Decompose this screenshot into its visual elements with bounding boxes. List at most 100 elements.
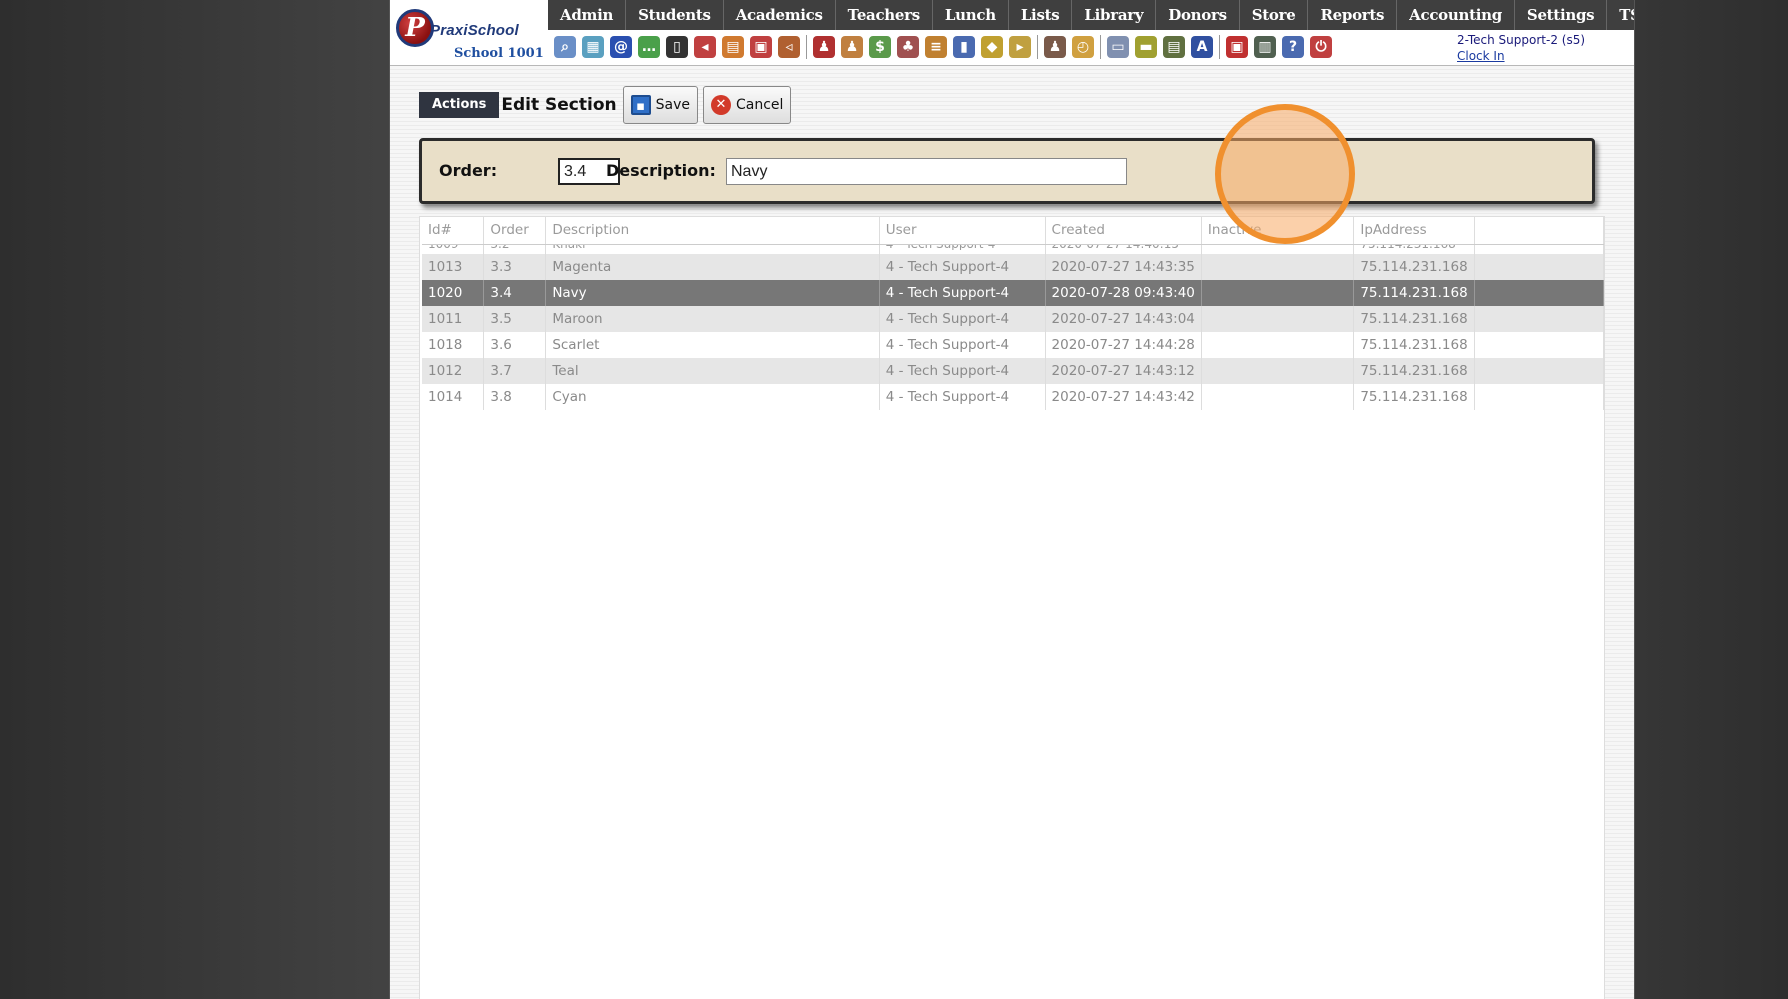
help-icon[interactable]: ? — [1282, 36, 1304, 58]
cancel-button[interactable]: ✕ Cancel — [703, 86, 792, 124]
table-cell: 2020-07-28 09:43:40 — [1045, 280, 1202, 306]
table-row[interactable]: 1014 3.8 Cyan 4 - Tech Support-4 2020-07-27 … — [422, 384, 1605, 410]
bell-icon[interactable]: ◆ — [981, 36, 1003, 58]
search-icon[interactable]: ⌕ — [554, 36, 576, 58]
power-icon[interactable]: ⏻ — [1310, 36, 1332, 58]
phone-icon[interactable]: ▯ — [666, 36, 688, 58]
table-cell — [1201, 358, 1355, 384]
table-cell: 2020-07-27 14:44:28 — [1045, 332, 1202, 358]
people-icon[interactable]: ♣ — [897, 36, 919, 58]
column-header[interactable]: Description — [545, 217, 880, 245]
table-cell: 3.8 — [483, 384, 547, 410]
table-cell: 4 - Tech Support-4 — [879, 306, 1046, 332]
person-icon[interactable]: ♟ — [841, 36, 863, 58]
logo[interactable]: P PraxiSchool School 1001 — [392, 3, 550, 63]
speaker-icon[interactable]: ◂ — [694, 36, 716, 58]
email-icon[interactable]: @ — [610, 36, 632, 58]
table-cell: 1013 — [422, 254, 485, 280]
header: P PraxiSchool School 1001 Admin Students A… — [390, 0, 1634, 66]
table-cell: 75.114.231.168 — [1353, 332, 1475, 358]
nav-admin[interactable]: Admin — [548, 0, 627, 30]
clock-icon[interactable]: ◴ — [1072, 36, 1094, 58]
table-cell: Cyan — [545, 384, 880, 410]
column-header[interactable]: User — [879, 217, 1046, 245]
table-row[interactable]: 1011 3.5 Maroon 4 - Tech Support-4 2020-07-2… — [422, 306, 1605, 332]
cash-register-icon[interactable]: ▥ — [1254, 36, 1276, 58]
nav-settings[interactable]: Settings — [1515, 0, 1608, 30]
table-cell-spacer — [1474, 254, 1605, 280]
table-cell: 4 - Tech Support-4 — [879, 280, 1046, 306]
pdf-icon[interactable]: ▣ — [1226, 36, 1248, 58]
app-page: P PraxiSchool School 1001 Admin Students A… — [389, 0, 1635, 999]
nav-lists[interactable]: Lists — [1009, 0, 1073, 30]
save-button[interactable]: ▪ Save — [622, 86, 698, 124]
table-row[interactable]: 1012 3.7 Teal 4 - Tech Support-4 2020-07-27 … — [422, 358, 1605, 384]
table-row[interactable]: 1018 3.6 Scarlet 4 - Tech Support-4 2020-07-… — [422, 332, 1605, 358]
nav-academics[interactable]: Academics — [724, 0, 836, 30]
teacher-icon[interactable]: ♟ — [1044, 36, 1066, 58]
printer-icon[interactable]: ▤ — [1163, 36, 1185, 58]
table-cell: 2020-07-27 14:43:04 — [1045, 306, 1202, 332]
column-header[interactable]: IpAddress — [1353, 217, 1475, 245]
table-cell — [1201, 244, 1355, 254]
table-cell: 1011 — [422, 306, 485, 332]
table-cell: 1012 — [422, 358, 485, 384]
table-cell: 2020-07-27 14:40:15 — [1045, 244, 1202, 254]
nav-teachers[interactable]: Teachers — [836, 0, 933, 30]
table-cell-spacer — [1474, 332, 1605, 358]
nav-store[interactable]: Store — [1240, 0, 1309, 30]
table-cell: 2020-07-27 14:43:35 — [1045, 254, 1202, 280]
table-cell: 3.5 — [483, 306, 547, 332]
money-icon[interactable]: $ — [869, 36, 891, 58]
table-row[interactable]: 1020 3.4 Navy 4 - Tech Support-4 2020-07-28 … — [422, 280, 1605, 306]
table-row[interactable]: 1013 3.3 Magenta 4 - Tech Support-4 2020-07-… — [422, 254, 1605, 280]
grid-icon[interactable]: ▦ — [582, 36, 604, 58]
table-cell: 4 - Tech Support-4 — [879, 332, 1046, 358]
table-cell: 4 - Tech Support-4 — [879, 384, 1046, 410]
main-nav: Admin Students Academics Teachers Lunch Lists… — [548, 0, 1634, 30]
table-cell: 3.4 — [483, 280, 547, 306]
nav-accounting[interactable]: Accounting — [1397, 0, 1515, 30]
person-add-icon[interactable]: ♟ — [813, 36, 835, 58]
chat-icon[interactable]: … — [638, 36, 660, 58]
document-icon[interactable]: ▭ — [1107, 36, 1129, 58]
toolbar-separator — [1100, 35, 1101, 59]
column-header[interactable]: Id# — [422, 217, 485, 245]
table-row[interactable]: 1009 3.2 Khaki 4 - Tech Support-4 2020-07-27… — [422, 244, 1605, 254]
nav-library[interactable]: Library — [1072, 0, 1157, 30]
edit-panel: Order: Description: — [419, 138, 1595, 204]
logo-mark: P — [396, 9, 434, 47]
calendar-icon[interactable]: ▣ — [750, 36, 772, 58]
ap-icon[interactable]: A — [1191, 36, 1213, 58]
column-header[interactable]: Order — [483, 217, 547, 245]
actions-bar: Actions Edit Section ▪ Save ✕ Cancel — [419, 85, 796, 125]
table-cell: 1009 — [422, 244, 485, 254]
table-cell — [1201, 254, 1355, 280]
lunch-icon[interactable]: ≡ — [925, 36, 947, 58]
click-highlight — [1215, 104, 1355, 244]
arrow-icon[interactable]: ▸ — [1009, 36, 1031, 58]
nav-donors[interactable]: Donors — [1156, 0, 1240, 30]
order-label: Order: — [439, 161, 498, 180]
nav-lunch[interactable]: Lunch — [933, 0, 1009, 30]
table-cell: Magenta — [545, 254, 880, 280]
column-header-spacer — [1474, 217, 1605, 245]
user-name: 2-Tech Support-2 (s5) — [1457, 33, 1586, 47]
table-cell: 75.114.231.168 — [1353, 254, 1475, 280]
column-header[interactable]: Created — [1045, 217, 1202, 245]
cell-text — [1208, 244, 1347, 250]
nav-reports[interactable]: Reports — [1308, 0, 1398, 30]
actions-tab[interactable]: Actions — [419, 92, 500, 118]
table-header: Id# Order Description User Created Inactive Ip… — [422, 217, 1605, 245]
megaphone-icon[interactable]: ◃ — [778, 36, 800, 58]
table-cell: 4 - Tech Support-4 — [879, 254, 1046, 280]
table-cell: 3.2 — [483, 244, 547, 254]
nav-students[interactable]: Students — [626, 0, 724, 30]
toolbar-separator — [1037, 35, 1038, 59]
nav-ts[interactable]: TS — [1607, 0, 1634, 30]
description-input[interactable] — [726, 158, 1127, 185]
table-icon[interactable]: ▤ — [722, 36, 744, 58]
clock-in-link[interactable]: Clock In — [1457, 48, 1585, 64]
card-icon[interactable]: ▬ — [1135, 36, 1157, 58]
book-icon[interactable]: ▮ — [953, 36, 975, 58]
